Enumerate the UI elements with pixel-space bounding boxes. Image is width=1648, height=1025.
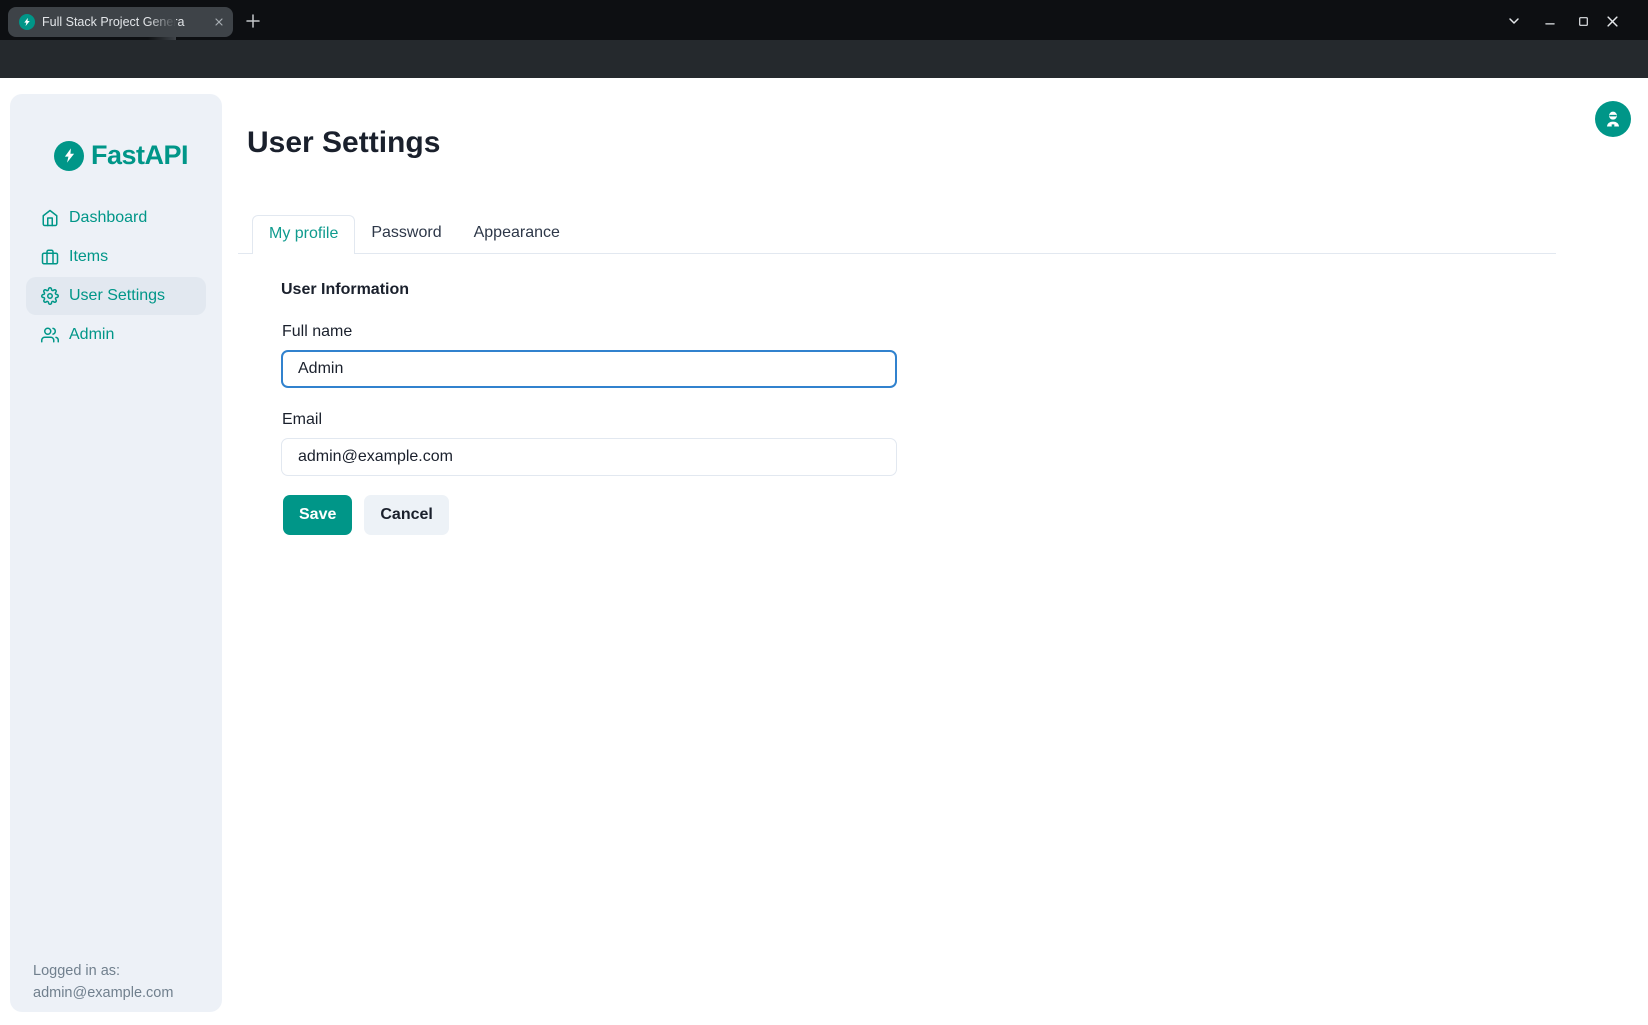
form-buttons: Save Cancel xyxy=(283,495,449,535)
full-name-input[interactable] xyxy=(281,350,897,388)
sidebar-item-label: Admin xyxy=(69,326,114,344)
tab-appearance[interactable]: Appearance xyxy=(458,215,576,253)
new-tab-button[interactable] xyxy=(241,9,265,33)
sidebar-item-user-settings[interactable]: User Settings xyxy=(26,277,206,315)
logged-in-info: Logged in as: admin@example.com xyxy=(33,960,173,1004)
sidebar: FastAPI Dashboard Items xyxy=(10,94,222,1012)
profile-panel: User Information Full name Email Save Ca… xyxy=(281,281,921,299)
fastapi-logo-text: FastAPI xyxy=(91,140,188,171)
cancel-button[interactable]: Cancel xyxy=(364,495,448,535)
user-menu-button[interactable] xyxy=(1595,101,1631,137)
window-close-button[interactable] xyxy=(1601,10,1623,32)
sidebar-item-label: User Settings xyxy=(69,287,165,305)
sidebar-item-admin[interactable]: Admin xyxy=(26,316,206,354)
email-label: Email xyxy=(282,411,322,429)
tab-close-icon[interactable] xyxy=(208,11,230,33)
sidebar-item-dashboard[interactable]: Dashboard xyxy=(26,199,206,237)
tab-password[interactable]: Password xyxy=(355,215,457,253)
sidebar-item-label: Items xyxy=(69,248,108,266)
browser-window: Full Stack Project Genera xyxy=(0,0,1648,1025)
logged-in-label: Logged in as: xyxy=(33,960,173,982)
fastapi-logo: FastAPI xyxy=(54,140,188,171)
gear-icon xyxy=(41,287,59,305)
home-icon xyxy=(41,209,59,227)
settings-tabs: My profile Password Appearance xyxy=(238,215,1556,254)
fastapi-favicon-icon xyxy=(19,14,35,30)
browser-tabbar: Full Stack Project Genera xyxy=(0,0,1648,40)
browser-tab[interactable]: Full Stack Project Genera xyxy=(8,7,233,37)
sidebar-nav: Dashboard Items User Settings xyxy=(26,199,206,355)
email-input[interactable] xyxy=(281,438,897,476)
logged-in-email: admin@example.com xyxy=(33,982,173,1004)
full-name-label: Full name xyxy=(282,323,352,341)
sidebar-item-label: Dashboard xyxy=(69,209,147,227)
save-button[interactable]: Save xyxy=(283,495,352,535)
briefcase-icon xyxy=(41,248,59,266)
users-icon xyxy=(41,326,59,344)
app-content: FastAPI Dashboard Items xyxy=(0,78,1648,1025)
page-title: User Settings xyxy=(247,126,440,160)
fastapi-logo-icon xyxy=(54,141,84,171)
tab-search-chevron-icon[interactable] xyxy=(1503,10,1525,32)
sidebar-item-items[interactable]: Items xyxy=(26,238,206,276)
browser-toolbar: localhost/settings 1 xyxy=(0,40,1648,78)
window-maximize-button[interactable] xyxy=(1572,10,1594,32)
window-minimize-button[interactable] xyxy=(1539,10,1561,32)
user-astronaut-icon xyxy=(1603,109,1623,129)
tab-my-profile[interactable]: My profile xyxy=(252,215,355,254)
section-title: User Information xyxy=(281,281,921,299)
